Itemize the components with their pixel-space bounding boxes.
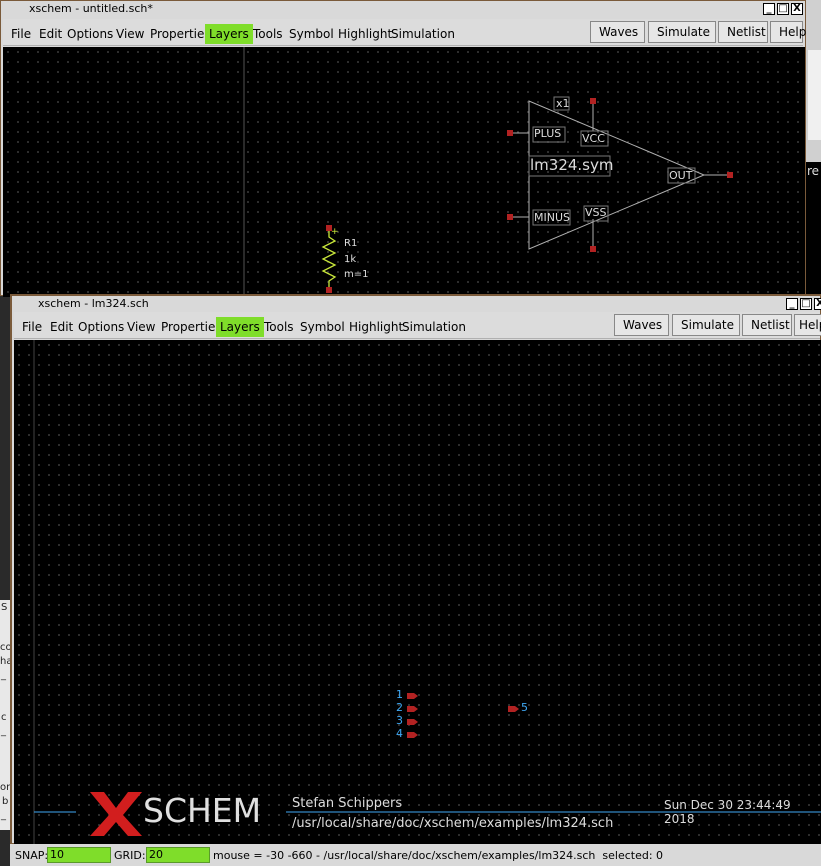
pin-number-5: 5 (521, 701, 528, 714)
menu-view[interactable]: View (123, 317, 159, 337)
pin-label-minus: MINUS (534, 211, 570, 224)
front-schematic-svg (33, 340, 821, 844)
pin-number-4: 4 (396, 727, 403, 740)
menu-symbol[interactable]: Symbol (296, 317, 349, 337)
menu-layers[interactable]: Layers (205, 24, 253, 44)
waves-button[interactable]: Waves (590, 21, 645, 43)
simulate-button[interactable]: Simulate (648, 21, 716, 43)
menu-symbol[interactable]: Symbol (285, 24, 338, 44)
bg-frag: _ (1, 810, 6, 821)
close-button[interactable]: X (791, 3, 803, 15)
menu-options[interactable]: Options (74, 317, 128, 337)
help-button[interactable]: Help (794, 314, 821, 336)
bg-frag: b (2, 796, 9, 807)
menu-layers[interactable]: Layers (216, 317, 264, 337)
snap-label: SNAP: (15, 849, 49, 862)
back-menubar: File Edit Options View Properties Layers… (3, 19, 806, 46)
help-button[interactable]: Help (770, 21, 806, 43)
status-bar: SNAP: 10 GRID: 20 mouse = -30 -660 - /us… (10, 844, 821, 866)
simulate-button[interactable]: Simulate (672, 314, 740, 336)
bg-frag: _ (1, 726, 6, 737)
back-schematic-canvas[interactable]: x1 PLUS VCC lm324.sym MINUS VSS OUT + R1… (3, 47, 805, 297)
pin-number-3: 3 (396, 714, 403, 727)
back-window: xschem - untitled.sch* _ □ X File Edit O… (0, 0, 806, 297)
front-window: xschem - lm324.sch _ □ X File Edit Optio… (10, 294, 821, 844)
resistor-plus-label: + (331, 227, 339, 237)
pin-label-out: OUT (669, 169, 693, 182)
pin-minus-marker (507, 214, 513, 220)
right-text-fragment: re (807, 164, 820, 178)
resistor-name: R1 (344, 238, 358, 249)
pin-label-vss: VSS (585, 206, 607, 219)
maximize-button[interactable]: □ (777, 3, 789, 15)
waves-button[interactable]: Waves (614, 314, 669, 336)
front-menubar: File Edit Options View Properties Layers… (14, 312, 821, 339)
menu-tools[interactable]: Tools (260, 317, 298, 337)
front-titlebar[interactable]: xschem - lm324.sch _ □ X (12, 296, 821, 312)
symbol-instance-label: x1 (556, 97, 570, 110)
menu-edit[interactable]: Edit (35, 24, 66, 44)
resistor-pin-bottom (326, 287, 332, 293)
menu-edit[interactable]: Edit (46, 317, 77, 337)
bg-frag: _ (1, 670, 6, 681)
symbol-name-label: lm324.sym (530, 156, 614, 174)
pin-vcc-marker (590, 98, 596, 104)
minimize-button[interactable]: _ (763, 3, 775, 15)
menu-tools[interactable]: Tools (249, 24, 287, 44)
menu-simulation[interactable]: Simulation (398, 317, 470, 337)
close-button[interactable]: X (814, 298, 821, 310)
xschem-logo-text: SCHEM (143, 791, 262, 830)
snap-field[interactable]: 10 (47, 847, 111, 863)
xschem-logo-x-shape (90, 792, 142, 836)
front-window-title: xschem - lm324.sch (38, 297, 149, 310)
title-block-author: Stefan Schippers (292, 796, 403, 811)
front-schematic-canvas[interactable]: 1 2 3 4 5 X SCHEM Stefan Schippers Sun D… (14, 340, 821, 844)
resistor-value: 1k (344, 254, 357, 265)
menu-file[interactable]: File (7, 24, 35, 44)
pin-label-vcc: VCC (582, 132, 605, 145)
menu-file[interactable]: File (18, 317, 46, 337)
grid-field[interactable]: 20 (146, 847, 210, 863)
pin-label-plus: PLUS (534, 127, 562, 140)
pin-number-2: 2 (396, 701, 403, 714)
right-background-panel: re (806, 0, 821, 296)
grid-label: GRID: (114, 849, 146, 862)
back-titlebar[interactable]: xschem - untitled.sch* _ □ X (1, 1, 805, 17)
netlist-button[interactable]: Netlist (718, 21, 768, 43)
bg-frag: c (1, 712, 7, 723)
resistor-mult: m=1 (344, 269, 369, 280)
back-window-title: xschem - untitled.sch* (29, 2, 153, 15)
pin-out-marker (727, 172, 733, 178)
menu-options[interactable]: Options (63, 24, 117, 44)
minimize-button[interactable]: _ (786, 298, 798, 310)
status-info: mouse = -30 -660 - /usr/local/share/doc/… (213, 849, 664, 862)
pin-vss-marker (590, 246, 596, 252)
netlist-button[interactable]: Netlist (742, 314, 792, 336)
title-block-date: Sun Dec 30 23:44:49 2018 (664, 798, 791, 826)
maximize-button[interactable]: □ (800, 298, 812, 310)
pin-number-1: 1 (396, 688, 403, 701)
resistor-body (321, 231, 337, 287)
menu-view[interactable]: View (112, 24, 148, 44)
menu-simulation[interactable]: Simulation (387, 24, 459, 44)
bg-frag: S (1, 602, 8, 613)
pin-plus-marker (507, 130, 513, 136)
title-block-path: /usr/local/share/doc/xschem/examples/lm3… (292, 816, 614, 831)
bg-frag: or (0, 782, 11, 793)
